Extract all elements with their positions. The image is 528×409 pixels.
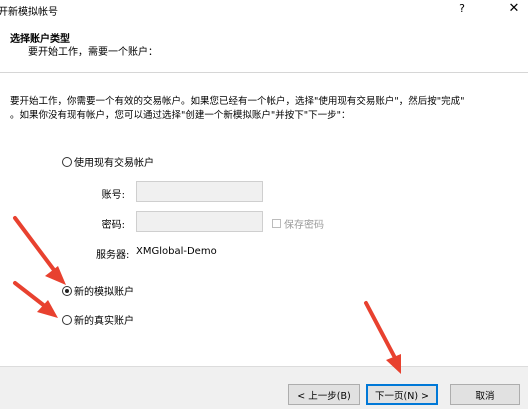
- header-divider: [0, 72, 528, 73]
- cancel-button[interactable]: 取消: [450, 384, 520, 405]
- back-button[interactable]: < 上一步(B): [288, 384, 360, 405]
- wizard-footer: < 上一步(B) 下一页(N) > 取消: [0, 366, 528, 409]
- server-value: XMGlobal-Demo: [136, 246, 217, 257]
- description: 要开始工作，你需要一个有效的交易帐户。如果您已经有一个帐户，选择"使用现有交易账…: [10, 95, 520, 123]
- option-existing-account[interactable]: 使用现有交易帐户: [62, 154, 154, 169]
- option-real-account-label: 新的真实账户: [74, 316, 134, 327]
- radio-demo-account[interactable]: [62, 285, 72, 296]
- arrow-to-demo-option: [13, 216, 66, 285]
- header-subtitle: 要开始工作，需要一个账户：: [28, 47, 158, 58]
- arrow-to-real-option: [13, 281, 58, 318]
- description-line-2: 。如果你没有现有帐户，您可以通过选择"创建一个新模拟账户"并按下"下一步"：: [10, 110, 351, 121]
- option-existing-account-label: 使用现有交易帐户: [74, 158, 154, 169]
- save-password-check-box[interactable]: [272, 219, 281, 228]
- close-button[interactable]: ✕: [504, 0, 524, 18]
- server-label: 服务器:: [96, 250, 130, 261]
- option-demo-account-label: 新的模拟账户: [74, 287, 134, 298]
- title-bar: 开新模拟帐号 ? ✕: [0, 0, 528, 20]
- arrow-to-next-button: [364, 301, 401, 374]
- next-button[interactable]: 下一页(N) >: [366, 384, 438, 405]
- save-password-checkbox[interactable]: 保存密码: [272, 216, 324, 231]
- account-input[interactable]: [136, 181, 263, 202]
- wizard-header: 选择账户类型 要开始工作，需要一个账户：: [0, 20, 528, 72]
- account-label: 账号:: [101, 190, 125, 201]
- description-line-1: 要开始工作，你需要一个有效的交易帐户。如果您已经有一个帐户，选择"使用现有交易账…: [10, 96, 465, 107]
- option-demo-account[interactable]: 新的模拟账户: [62, 283, 134, 298]
- password-label: 密码:: [101, 220, 125, 231]
- window-title: 开新模拟帐号: [0, 7, 58, 18]
- radio-real-account[interactable]: [62, 314, 72, 325]
- save-password-label: 保存密码: [284, 220, 324, 231]
- radio-existing-account[interactable]: [62, 156, 72, 167]
- password-input[interactable]: [136, 211, 263, 232]
- help-button[interactable]: ?: [454, 1, 470, 17]
- option-real-account[interactable]: 新的真实账户: [62, 312, 134, 327]
